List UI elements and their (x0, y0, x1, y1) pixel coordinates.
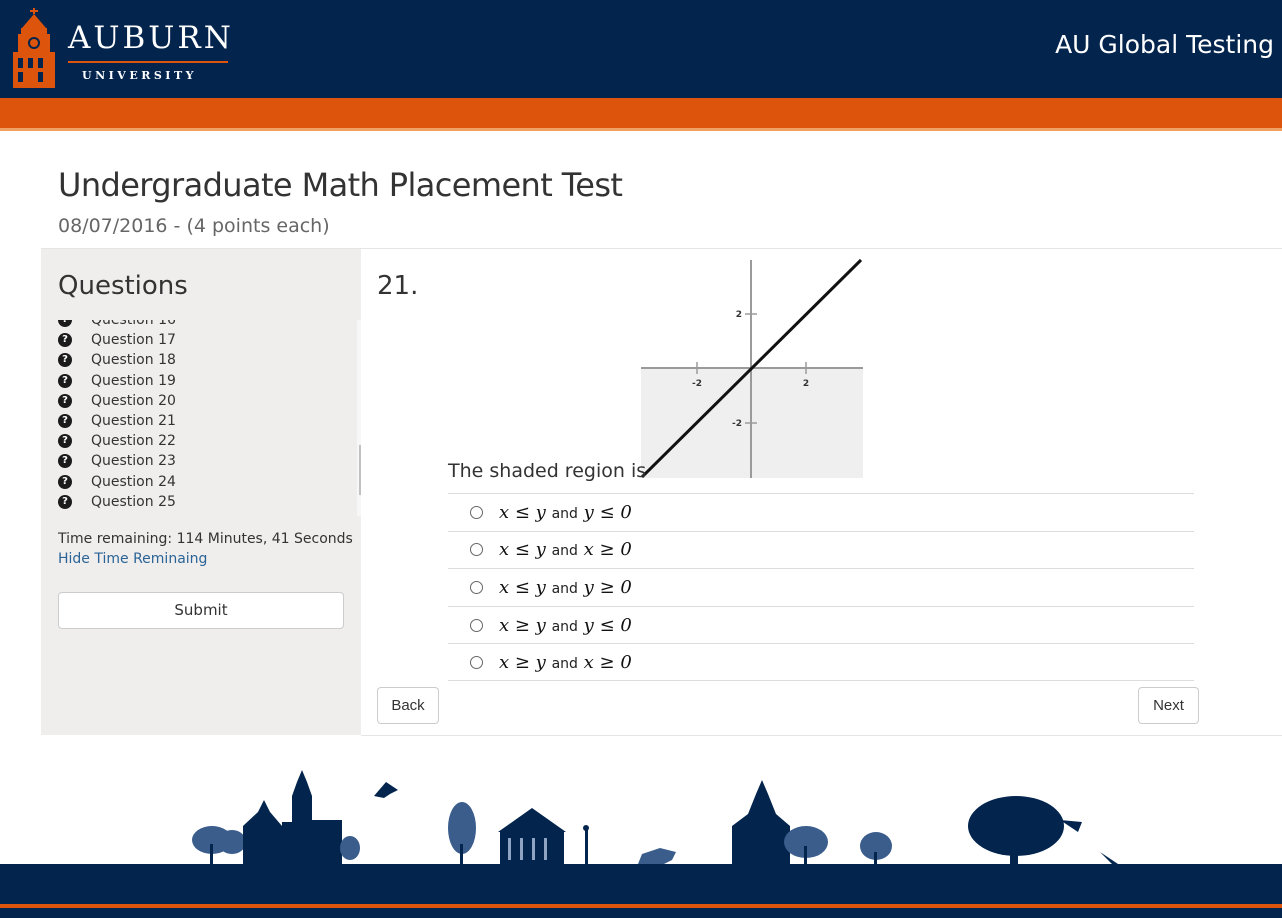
answer-lhs: x ≥ y (499, 651, 546, 673)
answer-text: x ≤ y and x ≥ 0 (499, 539, 632, 560)
answer-rhs: y ≤ 0 (583, 501, 632, 523)
question-list-item[interactable]: ? Question 24 (55, 472, 176, 492)
next-button[interactable]: Next (1138, 687, 1199, 724)
question-list-label: Question 23 (91, 453, 176, 470)
answer-conjunction: and (551, 618, 578, 635)
clock-tower-icon (13, 8, 55, 88)
question-graph: -2 2 2 -2 (641, 258, 863, 478)
question-list-label: Question 18 (91, 352, 176, 369)
page-subtitle: 08/07/2016 - (4 points each) (58, 215, 330, 237)
answer-text: x ≥ y and x ≥ 0 (499, 652, 632, 673)
answer-rhs: x ≥ 0 (583, 539, 632, 561)
y-tick-label: 2 (736, 310, 742, 320)
question-circle-icon: ? (58, 414, 72, 429)
x-tick-label: 2 (803, 379, 809, 389)
question-list-label: Question 24 (91, 473, 176, 490)
question-list: ? Question 16? Question 17? Question 18? Que… (55, 320, 176, 512)
answer-radio[interactable] (470, 543, 483, 557)
answer-lhs: x ≤ y (499, 501, 546, 523)
answer-conjunction: and (551, 505, 578, 522)
question-circle-icon: ? (58, 353, 72, 368)
submit-button[interactable]: Submit (58, 592, 344, 629)
logo-divider (68, 61, 228, 63)
answer-radio[interactable] (470, 618, 483, 632)
question-list-label: Question 16 (91, 320, 176, 329)
answer-text: x ≤ y and y ≤ 0 (499, 502, 632, 523)
question-list-item[interactable]: ? Question 18 (55, 350, 176, 370)
question-list-container[interactable]: ? Question 16? Question 17? Question 18? Que… (55, 320, 361, 516)
sidebar-heading: Questions (58, 271, 188, 301)
question-list-label: Question 25 (91, 493, 176, 510)
question-circle-icon: ? (58, 373, 72, 388)
answer-text: x ≤ y and y ≥ 0 (499, 577, 632, 598)
header-accent-band (0, 98, 1282, 131)
x-tick-label: -2 (692, 379, 702, 389)
answer-radio[interactable] (470, 580, 483, 594)
question-list-item[interactable]: ? Question 23 (55, 451, 176, 471)
question-list-label: Question 19 (91, 372, 176, 389)
y-tick-label: -2 (732, 419, 742, 429)
auburn-logo[interactable]: AUBURN UNIVERSITY (8, 6, 238, 92)
answer-rhs: y ≥ 0 (583, 576, 632, 598)
question-list-label: Question 22 (91, 433, 176, 450)
question-list-item[interactable]: ? Question 16 (55, 320, 176, 330)
page-title: Undergraduate Math Placement Test (58, 166, 623, 204)
question-list-scrollbar[interactable]: ⌃ ⌄ (357, 320, 361, 516)
question-list-item[interactable]: ? Question 22 (55, 431, 176, 451)
questions-sidebar: Questions ? Question 16? Question 17? Quest… (41, 249, 361, 735)
answer-lhs: x ≤ y (499, 576, 546, 598)
answer-conjunction: and (551, 655, 578, 672)
answer-radio[interactable] (470, 505, 483, 519)
question-list-item[interactable]: ? Question 25 (55, 492, 176, 512)
question-circle-icon: ? (58, 494, 72, 509)
answer-lhs: x ≤ y (499, 539, 546, 561)
site-title: AU Global Testing (1055, 30, 1274, 59)
question-list-item[interactable]: ? Question 20 (55, 391, 176, 411)
answer-choice[interactable]: x ≤ y and y ≤ 0 (448, 493, 1194, 531)
hide-time-link[interactable]: Hide Time Reminaing (58, 551, 207, 567)
question-circle-icon: ? (58, 474, 72, 489)
logo-subtext: UNIVERSITY (82, 69, 197, 82)
answer-choice[interactable]: x ≤ y and x ≥ 0 (448, 530, 1194, 569)
answer-rhs: y ≤ 0 (583, 614, 632, 636)
answer-text: x ≥ y and y ≤ 0 (499, 615, 632, 636)
answer-choice[interactable]: x ≥ y and y ≤ 0 (448, 605, 1194, 644)
question-list-item[interactable]: ? Question 17 (55, 330, 176, 350)
question-circle-icon: ? (58, 434, 72, 449)
answer-conjunction: and (551, 580, 578, 597)
question-circle-icon: ? (58, 320, 72, 328)
answer-choice[interactable]: x ≤ y and y ≥ 0 (448, 568, 1194, 606)
footer-bottom (0, 908, 1282, 918)
answer-choice[interactable]: x ≥ y and x ≥ 0 (448, 643, 1194, 681)
question-list-label: Question 21 (91, 413, 176, 430)
question-circle-icon: ? (58, 454, 72, 469)
back-button[interactable]: Back (377, 687, 439, 724)
answer-rhs: x ≥ 0 (583, 651, 632, 673)
time-remaining: Time remaining: 114 Minutes, 41 Seconds (58, 531, 353, 547)
scroll-down-icon[interactable]: ⌄ (357, 500, 362, 514)
header-bar: AUBURN UNIVERSITY AU Global Testing (0, 0, 1282, 98)
scroll-up-icon[interactable]: ⌃ (357, 322, 362, 336)
question-circle-icon: ? (58, 393, 72, 408)
question-number: 21. (377, 271, 419, 301)
answer-radio[interactable] (470, 655, 483, 669)
answer-choices: x ≤ y and y ≤ 0x ≤ y and x ≥ 0x ≤ y and … (448, 493, 1194, 681)
answer-conjunction: and (551, 543, 578, 560)
question-list-item[interactable]: ? Question 21 (55, 411, 176, 431)
question-list-label: Question 17 (91, 332, 176, 349)
question-list-item[interactable]: ? Question 19 (55, 371, 176, 391)
question-list-label: Question 20 (91, 392, 176, 409)
scroll-thumb[interactable] (359, 445, 361, 495)
divider (361, 735, 1282, 736)
campus-skyline-illustration (192, 770, 1118, 864)
question-prompt: The shaded region is (448, 460, 647, 482)
logo-wordmark: AUBURN (68, 20, 234, 56)
question-circle-icon: ? (58, 333, 72, 348)
answer-lhs: x ≥ y (499, 614, 546, 636)
footer-bar (0, 864, 1282, 904)
